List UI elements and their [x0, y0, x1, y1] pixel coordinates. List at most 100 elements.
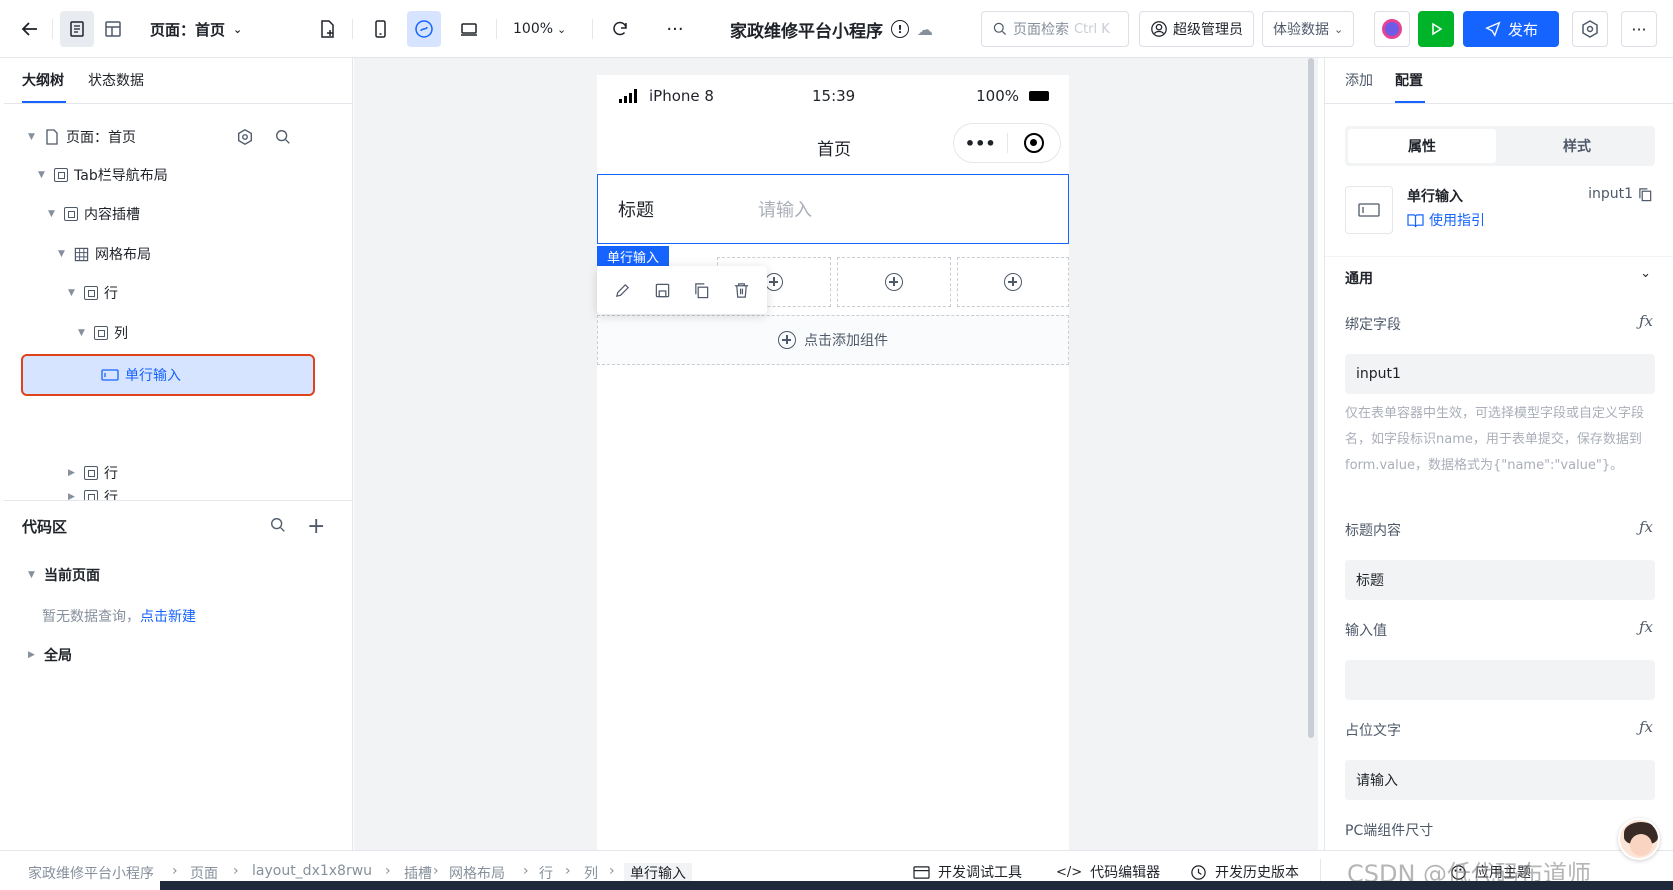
container-icon	[84, 466, 98, 480]
settings-icon[interactable]	[1572, 11, 1608, 47]
refresh-icon[interactable]	[605, 11, 635, 47]
caret-down-icon[interactable]: ▼	[58, 249, 68, 259]
code-search-icon[interactable]	[269, 516, 287, 538]
more-menu-icon[interactable]: ···	[1621, 11, 1657, 47]
input-value-input[interactable]	[1345, 660, 1655, 700]
caret-down-icon[interactable]: ▼	[78, 328, 88, 338]
tab-config[interactable]: 配置	[1395, 70, 1423, 90]
user-menu[interactable]: 超级管理员	[1139, 11, 1254, 47]
caret-down-icon[interactable]: ▼	[38, 170, 48, 180]
tree-node-input-selected[interactable]: 单行输入	[21, 354, 315, 396]
grid-cell[interactable]	[837, 257, 951, 307]
page-selector[interactable]: 页面：首页 ⌄	[150, 11, 242, 47]
tree-node-page[interactable]: ▼ 页面：首页	[28, 122, 136, 152]
code-empty-hint: 暂无数据查询，点击新建	[42, 606, 196, 626]
capsule-close-icon[interactable]	[1007, 133, 1060, 153]
edit-icon[interactable]	[614, 282, 631, 299]
capsule-menu[interactable]: •••	[953, 123, 1061, 163]
add-circle-icon[interactable]	[765, 273, 783, 291]
code-editor-button[interactable]: </> 代码编辑器	[1056, 862, 1160, 882]
preview-play-button[interactable]	[1418, 11, 1454, 47]
breadcrumb-item[interactable]: 插槽	[404, 863, 432, 883]
tree-label: Tab栏导航布局	[74, 168, 168, 184]
usage-guide-link[interactable]: 使用指引	[1407, 210, 1485, 230]
canvas-scrollbar[interactable]	[1308, 58, 1314, 738]
breadcrumb-item[interactable]: layout_dx1x8rwu	[252, 863, 372, 879]
breadcrumb-current[interactable]: 单行输入	[624, 863, 692, 883]
tree-search-icon[interactable]	[274, 128, 292, 150]
tree-node-row-2[interactable]: ▶ 行	[68, 458, 118, 488]
code-add-icon[interactable]: +	[307, 514, 325, 539]
breadcrumb-item[interactable]: 行	[539, 863, 553, 883]
fx-icon[interactable]: ƒx	[1639, 718, 1653, 736]
status-bar-right: 100%	[976, 87, 1049, 105]
create-query-link[interactable]: 点击新建	[140, 609, 196, 625]
page-settings-icon[interactable]	[236, 128, 254, 150]
mobile-device-icon[interactable]	[363, 11, 397, 47]
caret-right-icon[interactable]: ▶	[28, 650, 38, 660]
add-component-zone[interactable]: 点击添加组件	[597, 315, 1069, 365]
caret-right-icon[interactable]: ▶	[68, 468, 78, 478]
tab-state-data[interactable]: 状态数据	[88, 70, 144, 90]
segment-props[interactable]: 属性	[1348, 129, 1496, 163]
single-line-input-component[interactable]: 标题 请输入	[597, 174, 1069, 244]
tree-node-col[interactable]: ▼ 列	[78, 318, 128, 348]
dev-debug-tool-button[interactable]: 开发调试工具	[913, 862, 1022, 882]
breadcrumb-item[interactable]: 家政维修平台小程序	[28, 863, 154, 883]
cloud-sync-icon[interactable]: ☁	[917, 20, 933, 39]
tree-node-tab-layout[interactable]: ▼ Tab栏导航布局	[38, 160, 168, 190]
more-icon[interactable]: ···	[660, 11, 690, 47]
grid-cell[interactable]	[957, 257, 1069, 307]
breadcrumb-item[interactable]: 页面	[190, 863, 218, 883]
input-placeholder[interactable]: 请输入	[758, 196, 812, 222]
miniprogram-device-icon[interactable]	[407, 11, 441, 47]
capsule-more-icon[interactable]: •••	[954, 134, 1007, 153]
breadcrumb-item[interactable]: 网格布局	[449, 863, 505, 883]
page-search-input[interactable]: 页面检索 Ctrl K	[981, 11, 1129, 47]
pc-device-icon[interactable]	[452, 11, 486, 47]
copy-icon[interactable]	[693, 282, 710, 299]
data-env-select[interactable]: 体验数据 ⌄	[1262, 11, 1355, 47]
title-content-input[interactable]: 标题	[1345, 560, 1655, 600]
tab-add[interactable]: 添加	[1345, 70, 1373, 90]
page-view-icon[interactable]	[60, 11, 94, 47]
copy-icon[interactable]	[1638, 187, 1653, 202]
chevron-down-icon[interactable]: ⌄	[1640, 266, 1651, 281]
tree-node-grid[interactable]: ▼ 网格布局	[58, 239, 151, 269]
save-icon[interactable]	[654, 282, 671, 299]
bind-field-input[interactable]: input1	[1345, 354, 1655, 394]
placeholder-input[interactable]: 请输入	[1345, 760, 1655, 800]
fx-icon[interactable]: ƒx	[1639, 312, 1653, 330]
tree-node-slot[interactable]: ▼ 内容插槽	[48, 199, 140, 229]
add-circle-icon[interactable]	[885, 273, 903, 291]
search-shortcut: Ctrl K	[1074, 21, 1110, 37]
delete-icon[interactable]	[733, 282, 750, 299]
battery-icon	[1029, 91, 1049, 101]
fx-icon[interactable]: ƒx	[1639, 618, 1653, 636]
section-general[interactable]: 通用	[1345, 268, 1373, 288]
caret-down-icon[interactable]: ▼	[28, 570, 38, 580]
assistant-avatar[interactable]	[1618, 818, 1660, 860]
tree-node-row[interactable]: ▼ 行	[68, 278, 118, 308]
ai-assistant-icon[interactable]	[1374, 11, 1410, 47]
zoom-select[interactable]: 100% ⌄	[513, 11, 566, 47]
caret-down-icon[interactable]: ▼	[28, 132, 38, 142]
segment-style[interactable]: 样式	[1503, 129, 1651, 163]
caret-down-icon[interactable]: ▼	[68, 288, 78, 298]
caret-down-icon[interactable]: ▼	[48, 209, 58, 219]
add-circle-icon[interactable]	[1004, 273, 1022, 291]
code-current-page[interactable]: ▼ 当前页面	[28, 560, 100, 590]
history-version-button[interactable]: 开发历史版本	[1190, 862, 1299, 882]
right-panel: 添加 配置 属性 样式 单行输入 使用指引 input1 通用 ⌄ 绑定字段 ƒ…	[1324, 58, 1673, 850]
code-global[interactable]: ▶ 全局	[28, 640, 72, 670]
code-icon: </>	[1056, 864, 1083, 880]
breadcrumb-item[interactable]: 列	[584, 863, 598, 883]
info-icon[interactable]: !	[891, 20, 909, 38]
publish-button[interactable]: 发布	[1463, 11, 1559, 47]
layout-view-icon[interactable]	[96, 11, 130, 47]
fx-icon[interactable]: ƒx	[1639, 518, 1653, 536]
new-page-icon[interactable]	[312, 11, 342, 47]
app-title: 家政维修平台小程序	[730, 21, 883, 42]
tab-outline[interactable]: 大纲树	[22, 70, 64, 90]
back-arrow-icon[interactable]	[16, 11, 44, 47]
